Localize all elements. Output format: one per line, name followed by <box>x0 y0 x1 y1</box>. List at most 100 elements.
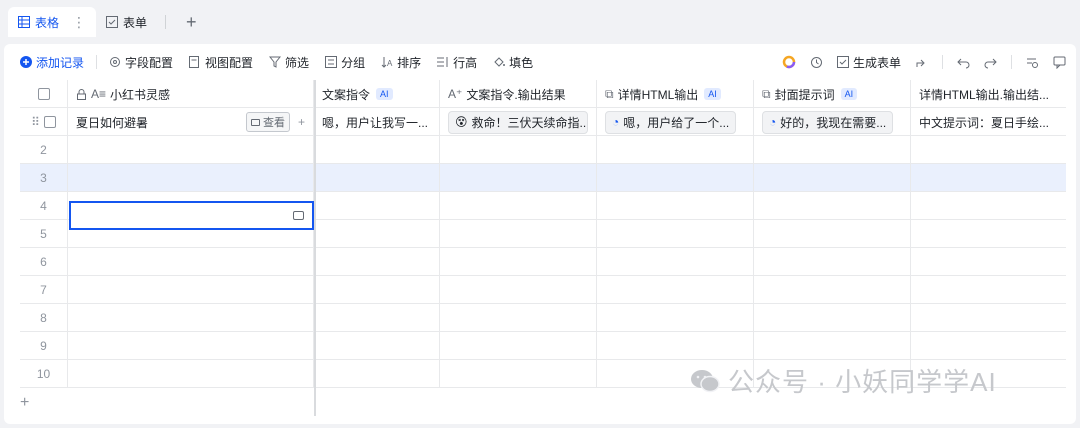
history-icon[interactable] <box>810 56 823 69</box>
empty-cell[interactable] <box>314 136 440 164</box>
empty-cell[interactable] <box>314 304 440 332</box>
empty-cell[interactable] <box>911 136 1066 164</box>
empty-cell[interactable] <box>597 136 754 164</box>
empty-cell[interactable] <box>68 332 314 360</box>
empty-cell[interactable] <box>597 276 754 304</box>
empty-cell[interactable] <box>911 192 1066 220</box>
empty-cell[interactable] <box>597 332 754 360</box>
empty-cell[interactable] <box>754 136 911 164</box>
row-height-button[interactable]: 行高 <box>437 54 477 71</box>
empty-cell[interactable] <box>597 248 754 276</box>
undo-icon[interactable] <box>957 56 970 69</box>
empty-cell[interactable] <box>754 220 911 248</box>
table-row[interactable]: 2 <box>20 136 1066 164</box>
empty-cell[interactable] <box>597 192 754 220</box>
empty-cell[interactable] <box>754 164 911 192</box>
empty-cell[interactable] <box>754 304 911 332</box>
empty-cell[interactable] <box>68 304 314 332</box>
active-cell-editor[interactable] <box>69 201 314 230</box>
empty-cell[interactable] <box>597 220 754 248</box>
table-row[interactable]: 6 <box>20 248 1066 276</box>
output-pill[interactable]: 😵 救命！三伏天续命指... <box>448 110 588 134</box>
table-row[interactable]: ⠿ 夏日如何避暑 查看 + 嗯，用户让我写一... 😵 救命！三伏天续命指... <box>20 108 1066 136</box>
view-record-button[interactable]: 查看 <box>245 112 290 132</box>
empty-cell[interactable] <box>314 276 440 304</box>
more-icon[interactable]: ⋮ <box>72 14 86 31</box>
ai-assistant-icon[interactable] <box>782 55 796 69</box>
empty-cell[interactable] <box>597 304 754 332</box>
add-record-button[interactable]: 添加记录 <box>20 54 84 71</box>
empty-cell[interactable] <box>68 276 314 304</box>
empty-cell[interactable] <box>597 164 754 192</box>
drag-handle-icon[interactable]: ⠿ <box>31 115 40 129</box>
group-button[interactable]: 分组 <box>325 54 365 71</box>
empty-cell[interactable] <box>754 192 911 220</box>
redo-icon[interactable] <box>984 56 997 69</box>
empty-cell[interactable] <box>754 248 911 276</box>
empty-cell[interactable] <box>911 332 1066 360</box>
empty-cell[interactable] <box>314 192 440 220</box>
empty-cell[interactable] <box>911 164 1066 192</box>
empty-cell[interactable] <box>314 332 440 360</box>
empty-cell[interactable] <box>314 360 440 388</box>
empty-cell[interactable] <box>68 360 314 388</box>
add-row-icon[interactable]: + <box>20 394 29 412</box>
cell-copy-output[interactable]: 😵 救命！三伏天续命指... <box>440 108 597 136</box>
field-config-button[interactable]: 字段配置 <box>109 54 173 71</box>
column-header-cover-prompt[interactable]: ⧉ 封面提示词 AI <box>754 80 911 108</box>
view-config-button[interactable]: 视图配置 <box>189 54 253 71</box>
empty-cell[interactable] <box>68 136 314 164</box>
empty-cell[interactable] <box>314 164 440 192</box>
empty-cell[interactable] <box>440 220 597 248</box>
cell-cover-prompt[interactable]: ◔ 好的，我现在需要... <box>754 108 911 136</box>
filter-button[interactable]: 筛选 <box>269 54 309 71</box>
empty-cell[interactable] <box>911 304 1066 332</box>
share-icon[interactable] <box>915 56 928 69</box>
row-select[interactable]: ⠿ <box>20 108 68 136</box>
column-header-copy-instruction[interactable]: 文案指令 AI <box>314 80 440 108</box>
empty-cell[interactable] <box>440 164 597 192</box>
empty-cell[interactable] <box>440 248 597 276</box>
search-icon[interactable] <box>1026 56 1039 69</box>
comment-icon[interactable] <box>1053 56 1066 69</box>
fill-color-button[interactable]: 填色 <box>493 54 533 71</box>
cell-html-output[interactable]: ◔ 嗯，用户给了一个... <box>597 108 754 136</box>
empty-cell[interactable] <box>440 136 597 164</box>
sort-button[interactable]: A 排序 <box>381 54 421 71</box>
table-row[interactable]: 7 <box>20 276 1066 304</box>
empty-cell[interactable] <box>440 192 597 220</box>
cell-inspiration[interactable]: 夏日如何避暑 查看 + <box>68 108 314 136</box>
table-row[interactable]: 8 <box>20 304 1066 332</box>
empty-cell[interactable] <box>314 248 440 276</box>
output-pill[interactable]: ◔ 好的，我现在需要... <box>762 110 894 134</box>
empty-cell[interactable] <box>440 332 597 360</box>
empty-cell[interactable] <box>68 248 314 276</box>
generate-form-button[interactable]: 生成表单 <box>836 54 901 71</box>
table-row[interactable]: 9 <box>20 332 1066 360</box>
select-all-checkbox[interactable] <box>20 80 68 108</box>
column-header-inspiration[interactable]: A≡ 小红书灵感 <box>68 80 314 108</box>
column-header-html-output[interactable]: ⧉ 详情HTML输出 AI <box>597 80 754 108</box>
cell-copy-instruction[interactable]: 嗯，用户让我写一... <box>314 108 440 136</box>
empty-cell[interactable] <box>68 164 314 192</box>
empty-cell[interactable] <box>314 220 440 248</box>
empty-cell[interactable] <box>440 304 597 332</box>
empty-cell[interactable] <box>911 248 1066 276</box>
column-header-copy-output[interactable]: A⁺ 文案指令.输出结果 <box>440 80 597 108</box>
table-row-selected[interactable]: 3 <box>20 164 1066 192</box>
empty-cell[interactable] <box>911 276 1066 304</box>
cell-html-output-result[interactable]: 中文提示词：夏日手绘... <box>911 108 1066 136</box>
empty-cell[interactable] <box>754 276 911 304</box>
column-header-html-output-result[interactable]: 详情HTML输出.输出结... <box>911 80 1066 108</box>
frozen-column-divider[interactable] <box>314 80 316 416</box>
empty-cell[interactable] <box>440 360 597 388</box>
add-icon[interactable]: + <box>298 115 305 129</box>
empty-cell[interactable] <box>911 220 1066 248</box>
tab-table[interactable]: 表格 ⋮ <box>8 7 97 37</box>
output-pill[interactable]: ◔ 嗯，用户给了一个... <box>605 110 737 134</box>
add-view-icon[interactable]: + <box>186 12 197 33</box>
tab-form[interactable]: 表单 <box>96 7 157 37</box>
empty-cell[interactable] <box>754 332 911 360</box>
expand-icon[interactable] <box>293 211 304 220</box>
empty-cell[interactable] <box>440 276 597 304</box>
